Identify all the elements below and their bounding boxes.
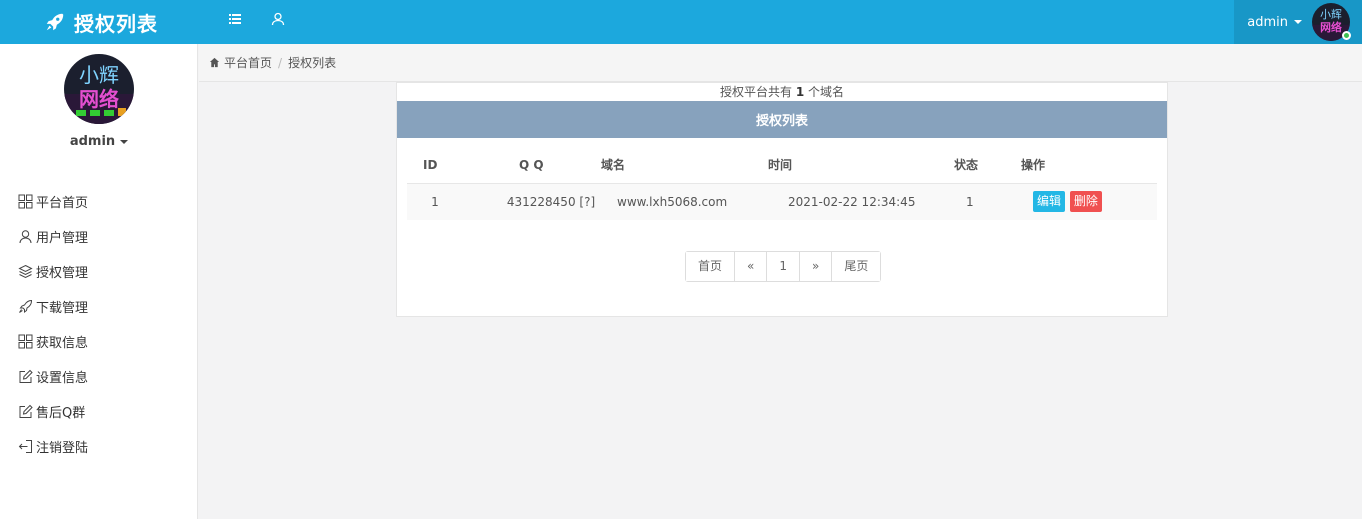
avatar: 小辉 网络 [1312, 3, 1351, 41]
cell-time: 2021-02-22 12:34:45 [768, 183, 954, 220]
column-header-time: 时间 [768, 147, 954, 184]
user-profile-button[interactable] [264, 8, 292, 30]
sidebar-item-label: 平台首页 [36, 196, 89, 211]
table-row: 1 431228450 [?] www.lxh5068.com 2021-02-… [407, 183, 1157, 220]
sidebar-item-label: 获取信息 [36, 336, 89, 351]
edit-icon [19, 369, 33, 383]
pagination-first[interactable]: 首页 [686, 252, 736, 281]
count-suffix: 个域名 [808, 85, 845, 99]
cell-qq: 431228450 [?] [463, 183, 601, 220]
sidebar-item-get-info[interactable]: 获取信息 [18, 324, 88, 359]
sidebar-item-home[interactable]: 平台首页 [18, 184, 88, 219]
sidebar-item-label: 注销登陆 [36, 441, 89, 456]
sidebar-item-logout[interactable]: 注销登陆 [18, 429, 88, 464]
edit-button[interactable]: 编辑 [1033, 191, 1066, 213]
sidebar-item-label: 售后Q群 [36, 406, 86, 421]
user-icon [19, 230, 32, 244]
cell-status: 1 [954, 183, 1021, 220]
pagination-next[interactable]: » [800, 252, 833, 281]
user-menu[interactable]: admin 小辉 网络 [1234, 0, 1362, 44]
column-header-status: 状态 [954, 147, 1021, 184]
app-title: 授权列表 [74, 11, 158, 36]
column-header-domain: 域名 [601, 147, 768, 184]
sidebar-item-downloads[interactable]: 下载管理 [18, 289, 88, 324]
breadcrumb-current: 授权列表 [288, 56, 337, 70]
caret-down-icon [1294, 20, 1302, 24]
breadcrumb-home[interactable]: 平台首页 [224, 54, 272, 71]
sidebar-username: admin [69, 134, 116, 149]
panel-heading: 授权列表 [397, 101, 1167, 138]
grid-icon [18, 334, 33, 349]
count-value: 1 [795, 85, 805, 99]
layers-icon [18, 264, 33, 279]
user-name: admin [1247, 14, 1288, 30]
sidebar-item-label: 下载管理 [36, 301, 89, 316]
svg-text:小辉: 小辉 [1320, 8, 1342, 21]
online-status-dot [1342, 31, 1351, 40]
home-icon [209, 57, 220, 68]
license-table: ID Q Q 域名 时间 状态 操作 1 431228450 [?] www.l… [407, 147, 1157, 220]
column-header-actions: 操作 [1021, 147, 1157, 184]
breadcrumb: 平台首页 / 授权列表 [199, 44, 1362, 82]
column-header-id: ID [407, 147, 463, 184]
brand[interactable]: 授权列表 [0, 0, 198, 44]
caret-down-icon [120, 139, 129, 144]
sidebar-item-support-group[interactable]: 售后Q群 [18, 394, 88, 429]
domain-count: 授权平台共有 1 个域名 [397, 83, 1167, 101]
sidebar-user-menu[interactable]: admin [0, 134, 198, 149]
rocket-icon [19, 299, 32, 313]
sidebar-item-label: 用户管理 [36, 231, 89, 246]
logout-icon [18, 440, 32, 453]
cell-actions: 编辑 删除 [1021, 183, 1157, 220]
count-prefix: 授权平台共有 [719, 85, 792, 99]
sidebar-item-settings[interactable]: 设置信息 [18, 359, 88, 394]
top-navbar: 授权列表 admin 小辉 网络 [0, 0, 1362, 44]
cell-id: 1 [407, 183, 463, 220]
svg-text:小辉: 小辉 [79, 63, 119, 87]
delete-button[interactable]: 删除 [1069, 191, 1102, 213]
list-icon [229, 14, 241, 24]
svg-text:网络: 网络 [1320, 20, 1342, 34]
rocket-icon [46, 13, 64, 31]
sidebar-item-authorization[interactable]: 授权管理 [18, 254, 88, 289]
svg-text:网络: 网络 [79, 87, 119, 111]
pagination-page-1[interactable]: 1 [767, 252, 800, 281]
table-header-row: ID Q Q 域名 时间 状态 操作 [407, 147, 1157, 184]
sidebar-item-users[interactable]: 用户管理 [18, 219, 88, 254]
avatar-image: 小辉 网络 [64, 54, 134, 124]
sidebar: 小辉 网络 admin 平台首页 用户管理 授权管理 下载管理 获取信息 设置信… [0, 44, 198, 519]
pagination-last[interactable]: 尾页 [832, 252, 881, 281]
breadcrumb-separator: / [278, 55, 283, 70]
cell-domain: www.lxh5068.com [601, 183, 768, 220]
toggle-sidebar-button[interactable] [221, 8, 249, 30]
user-icon [271, 12, 285, 26]
sidebar-item-label: 设置信息 [36, 371, 89, 386]
column-header-qq: Q Q [463, 147, 601, 184]
sidebar-menu: 平台首页 用户管理 授权管理 下载管理 获取信息 设置信息 售后Q群 注销登陆 [18, 184, 88, 464]
pagination-prev[interactable]: « [735, 252, 768, 281]
license-list-panel: 授权平台共有 1 个域名 授权列表 ID Q Q 域名 时间 状态 操作 1 4… [396, 82, 1168, 317]
sidebar-avatar: 小辉 网络 [64, 54, 134, 124]
edit-icon [19, 404, 33, 418]
pagination: 首页 « 1 » 尾页 [685, 251, 882, 282]
sidebar-item-label: 授权管理 [36, 266, 89, 281]
grid-icon [18, 194, 33, 209]
